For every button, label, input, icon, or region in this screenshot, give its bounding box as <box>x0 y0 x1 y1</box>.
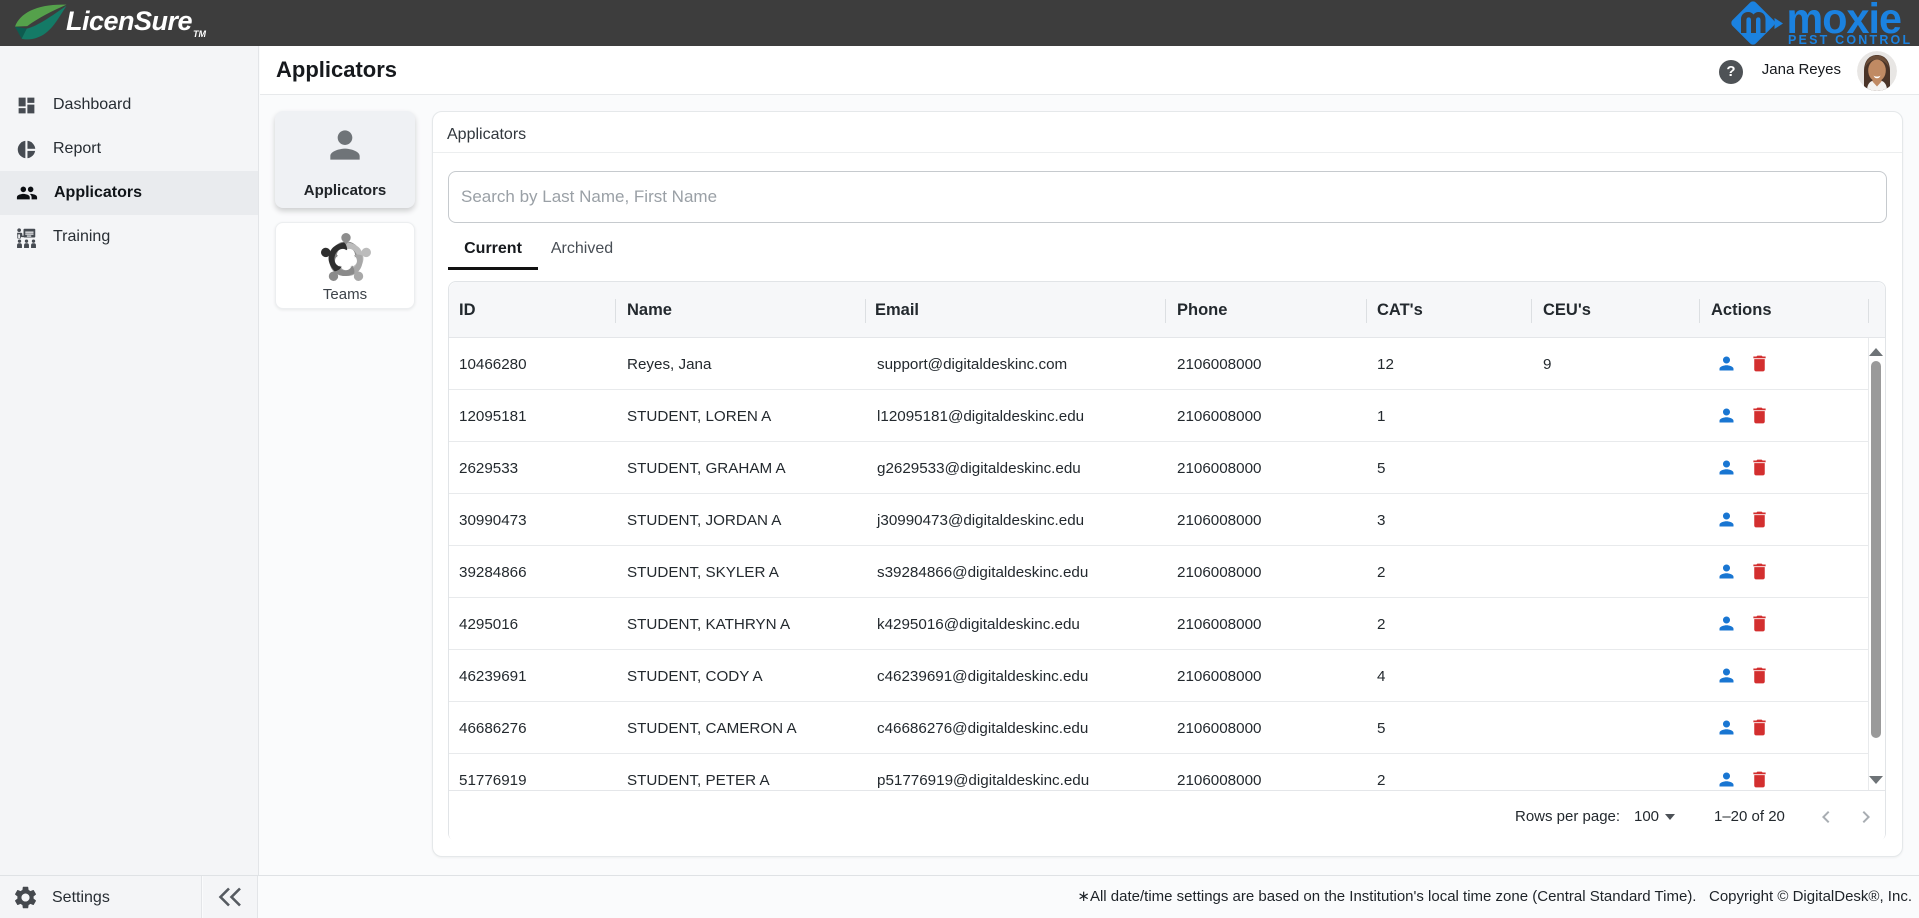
svg-text:PEST CONTROL: PEST CONTROL <box>1788 33 1912 47</box>
